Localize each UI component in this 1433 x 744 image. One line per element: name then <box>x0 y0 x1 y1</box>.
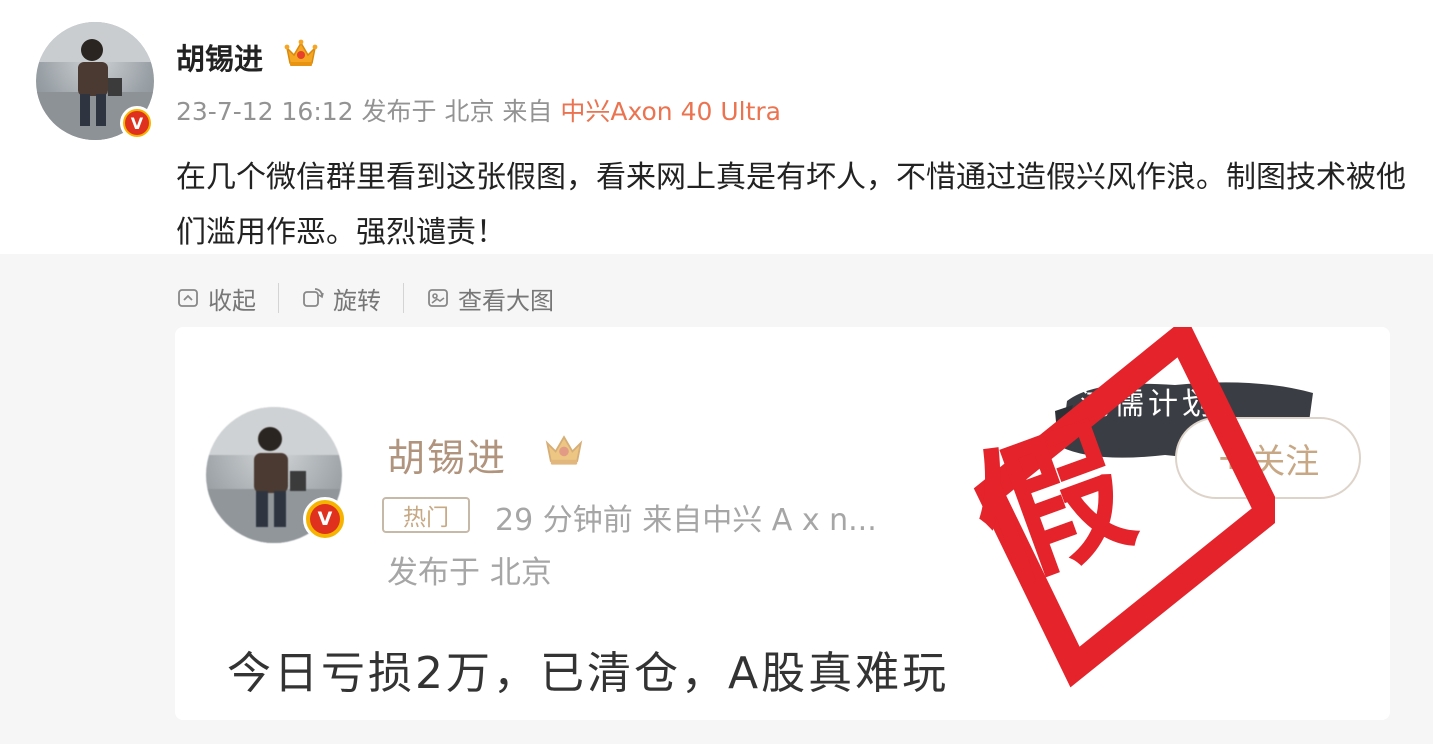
collapse-label: 收起 <box>208 286 256 315</box>
post-time-location: 23-7-12 16:12 发布于 北京 来自 <box>176 97 561 126</box>
collapse-button[interactable]: 收起 <box>176 281 256 316</box>
rotate-label: 旋转 <box>333 286 381 315</box>
toolbar-divider <box>278 283 279 313</box>
collapse-icon <box>178 289 198 307</box>
banner-text: 鸿儒计划 <box>1080 387 1216 422</box>
post-meta: 23-7-12 16:12 发布于 北京 来自 中兴Axon 40 Ultra <box>176 92 781 128</box>
verified-badge-icon: V <box>120 106 154 140</box>
follow-label: 关注 <box>1251 441 1320 482</box>
inner-username: 胡锡进 <box>387 436 508 480</box>
post-image[interactable]: V 胡锡进 热门 29 分钟前 来自中兴 A x n... 发布于 北京 鸿儒计… <box>175 327 1390 720</box>
media-toolbar: 收起 旋转 查看大图 <box>176 280 554 316</box>
view-large-label: 查看大图 <box>458 286 554 315</box>
crown-icon <box>284 38 318 72</box>
follow-button: + 关注 <box>1175 417 1361 499</box>
toolbar-divider <box>403 283 404 313</box>
image-icon <box>428 289 448 307</box>
view-large-button[interactable]: 查看大图 <box>426 281 554 316</box>
inner-crown-icon <box>543 431 585 471</box>
inner-post-content: 今日亏损2万，已清仓，A股真难玩 <box>227 648 950 699</box>
inner-meta-location: 发布于 北京 <box>387 555 552 591</box>
hot-badge: 热门 <box>382 497 470 533</box>
rotate-button[interactable]: 旋转 <box>301 281 381 316</box>
post-source-link[interactable]: 中兴Axon 40 Ultra <box>560 97 781 126</box>
plus-icon: + <box>1216 438 1246 478</box>
rotate-icon <box>303 288 324 307</box>
inner-verified-badge-icon: V <box>303 497 347 541</box>
inner-meta: 29 分钟前 来自中兴 A x n... <box>495 503 877 538</box>
post-username[interactable]: 胡锡进 <box>176 36 263 78</box>
post-text: 在几个微信群里看到这张假图，看来网上真是有坏人，不惜通过造假兴风作浪。制图技术被… <box>176 160 1406 250</box>
